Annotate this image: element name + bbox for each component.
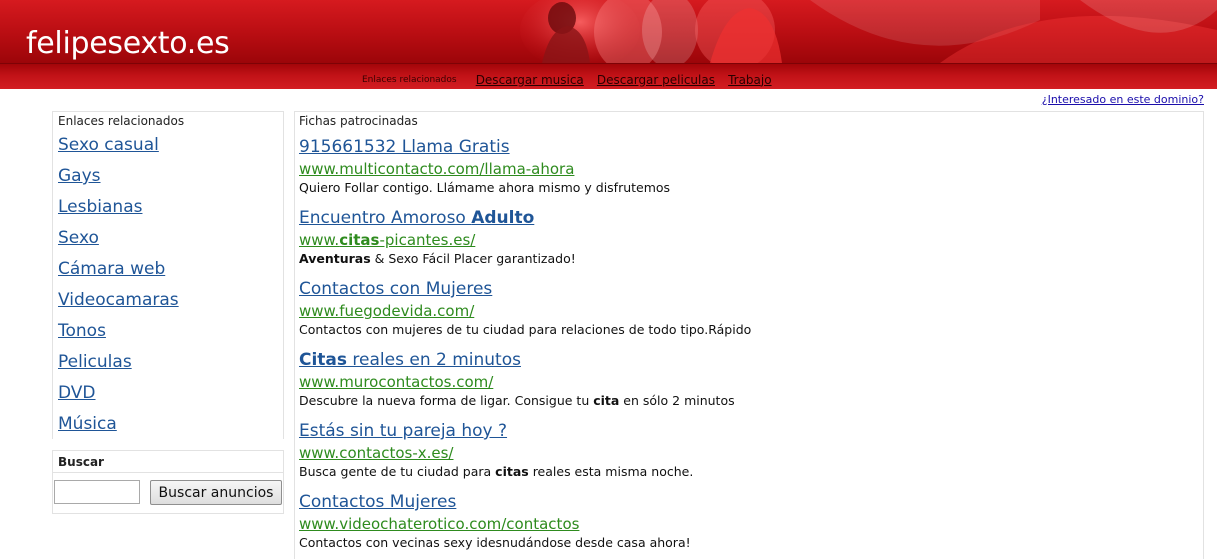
text-segment: 915661532 Llama Gratis bbox=[299, 137, 510, 157]
related-link-tonos[interactable]: Tonos bbox=[58, 321, 106, 341]
text-segment: www.videochaterotico.com/contactos bbox=[299, 515, 580, 533]
list-item: DVD bbox=[58, 381, 179, 412]
search-title: Buscar bbox=[53, 451, 283, 473]
text-segment: & Sexo Fácil Placer garantizado! bbox=[370, 251, 576, 266]
text-segment: www. bbox=[299, 231, 340, 249]
search-panel: Buscar Buscar anuncios bbox=[52, 450, 284, 514]
ad-url-link[interactable]: www.fuegodevida.com/ bbox=[299, 301, 1179, 321]
related-link-musica[interactable]: Música bbox=[58, 414, 117, 434]
text-segment: Busca gente de tu ciudad para bbox=[299, 464, 496, 479]
ad-title-link[interactable]: Contactos con Mujeres bbox=[299, 278, 1179, 300]
ad-description: Contactos con vecinas sexy idesnudándose… bbox=[299, 534, 1179, 552]
text-segment: -picantes.es/ bbox=[379, 231, 476, 249]
search-ads-button[interactable]: Buscar anuncios bbox=[150, 480, 282, 505]
nav-link-descargar-peliculas[interactable]: Descargar peliculas bbox=[597, 73, 715, 87]
list-item: Música bbox=[58, 412, 179, 443]
ad-url-link[interactable]: www.contactos-x.es/ bbox=[299, 443, 1179, 463]
ad-url-link[interactable]: www.murocontactos.com/ bbox=[299, 372, 1179, 392]
ad-url-link[interactable]: www.videochaterotico.com/contactos bbox=[299, 514, 1179, 534]
ad-url-link[interactable]: www.multicontacto.com/llama-ahora bbox=[299, 159, 1179, 179]
text-segment: Contactos con Mujeres bbox=[299, 279, 493, 299]
text-segment: Estás sin tu pareja hoy ? bbox=[299, 421, 508, 441]
site-title: felipesexto.es bbox=[26, 26, 230, 61]
sponsored-ad: 915661532 Llama Gratis www.multicontacto.… bbox=[299, 136, 1179, 197]
related-link-camara-web[interactable]: Cámara web bbox=[58, 259, 165, 279]
search-input[interactable] bbox=[54, 480, 140, 504]
ad-description: Quiero Follar contigo. Llámame ahora mis… bbox=[299, 179, 1179, 197]
list-item: Gays bbox=[58, 164, 179, 195]
site-header: felipesexto.es bbox=[0, 0, 1217, 63]
related-links-title: Enlaces relacionados bbox=[58, 114, 185, 128]
list-item: Tonos bbox=[58, 319, 179, 350]
ad-title-link[interactable]: Estás sin tu pareja hoy ? bbox=[299, 420, 1179, 442]
list-item: Peliculas bbox=[58, 350, 179, 381]
text-segment: Contactos con vecinas sexy idesnudándose… bbox=[299, 535, 691, 550]
nav-label: Enlaces relacionados bbox=[362, 74, 457, 85]
list-item: Cámara web bbox=[58, 257, 179, 288]
ad-description: Descubre la nueva forma de ligar. Consig… bbox=[299, 392, 1179, 410]
text-segment: Contactos con mujeres de tu ciudad para … bbox=[299, 322, 752, 337]
text-segment: Contactos Mujeres bbox=[299, 492, 457, 512]
domain-interest-link[interactable]: ¿Interesado en este dominio? bbox=[1042, 93, 1204, 106]
sponsored-ad: Contactos Mujeres www.videochaterotico.co… bbox=[299, 491, 1179, 552]
ad-title-link[interactable]: Encuentro Amoroso Adulto bbox=[299, 207, 1179, 229]
ad-description: Busca gente de tu ciudad para citas real… bbox=[299, 463, 1179, 481]
highlighted-term: Adulto bbox=[471, 208, 535, 228]
sponsored-ad: Citas reales en 2 minutos www.murocontact… bbox=[299, 349, 1179, 410]
related-link-dvd[interactable]: DVD bbox=[58, 383, 96, 403]
highlighted-term: citas bbox=[495, 464, 529, 479]
related-link-gays[interactable]: Gays bbox=[58, 166, 101, 186]
nav-link-trabajo[interactable]: Trabajo bbox=[728, 73, 772, 87]
highlighted-term: Citas bbox=[299, 350, 348, 370]
related-link-peliculas[interactable]: Peliculas bbox=[58, 352, 132, 372]
ad-title-link[interactable]: Contactos Mujeres bbox=[299, 491, 1179, 513]
list-item: Sexo bbox=[58, 226, 179, 257]
related-link-videocamaras[interactable]: Videocamaras bbox=[58, 290, 179, 310]
nav-link-descargar-musica[interactable]: Descargar musica bbox=[476, 73, 584, 87]
sponsored-ad: Contactos con Mujeres www.fuegodevida.com… bbox=[299, 278, 1179, 339]
ad-title-link[interactable]: Citas reales en 2 minutos bbox=[299, 349, 1179, 371]
list-item: Sexo casual bbox=[58, 133, 179, 164]
text-segment: Encuentro Amoroso bbox=[299, 208, 472, 228]
text-segment: reales esta misma noche. bbox=[528, 464, 694, 479]
text-segment: www.multicontacto.com/llama-ahora bbox=[299, 160, 575, 178]
ad-title-link[interactable]: 915661532 Llama Gratis bbox=[299, 136, 1179, 158]
related-links-panel: Enlaces relacionados Sexo casual Gays Le… bbox=[52, 111, 284, 439]
ad-description: Contactos con mujeres de tu ciudad para … bbox=[299, 321, 1179, 339]
header-banner-art bbox=[520, 0, 1217, 63]
related-link-lesbianas[interactable]: Lesbianas bbox=[58, 197, 142, 217]
text-segment: reales en 2 minutos bbox=[347, 350, 521, 370]
text-segment: www.contactos-x.es/ bbox=[299, 444, 454, 462]
highlighted-term: Aventuras bbox=[299, 251, 371, 266]
related-link-sexo-casual[interactable]: Sexo casual bbox=[58, 135, 159, 155]
sponsored-title: Fichas patrocinadas bbox=[299, 114, 418, 128]
related-links-list: Sexo casual Gays Lesbianas Sexo Cámara w… bbox=[58, 133, 179, 443]
sponsored-ad: Encuentro Amoroso Adulto www.citas-picant… bbox=[299, 207, 1179, 268]
top-nav-bar: Enlaces relacionados Descargar musica De… bbox=[0, 63, 1217, 89]
highlighted-term: cita bbox=[593, 393, 620, 408]
related-link-sexo[interactable]: Sexo bbox=[58, 228, 99, 248]
ad-url-link[interactable]: www.citas-picantes.es/ bbox=[299, 230, 1179, 250]
text-segment: www.fuegodevida.com/ bbox=[299, 302, 475, 320]
highlighted-term: citas bbox=[339, 231, 380, 249]
text-segment: www.murocontactos.com/ bbox=[299, 373, 494, 391]
text-segment: Descubre la nueva forma de ligar. Consig… bbox=[299, 393, 594, 408]
ad-description: Aventuras & Sexo Fácil Placer garantizad… bbox=[299, 250, 1179, 268]
text-segment: en sólo 2 minutos bbox=[619, 393, 735, 408]
text-segment: Quiero Follar contigo. Llámame ahora mis… bbox=[299, 180, 671, 195]
sponsored-ad: Estás sin tu pareja hoy ? www.contactos-x… bbox=[299, 420, 1179, 481]
list-item: Videocamaras bbox=[58, 288, 179, 319]
sponsored-listings-panel: Fichas patrocinadas 915661532 Llama Grat… bbox=[294, 111, 1204, 559]
list-item: Lesbianas bbox=[58, 195, 179, 226]
